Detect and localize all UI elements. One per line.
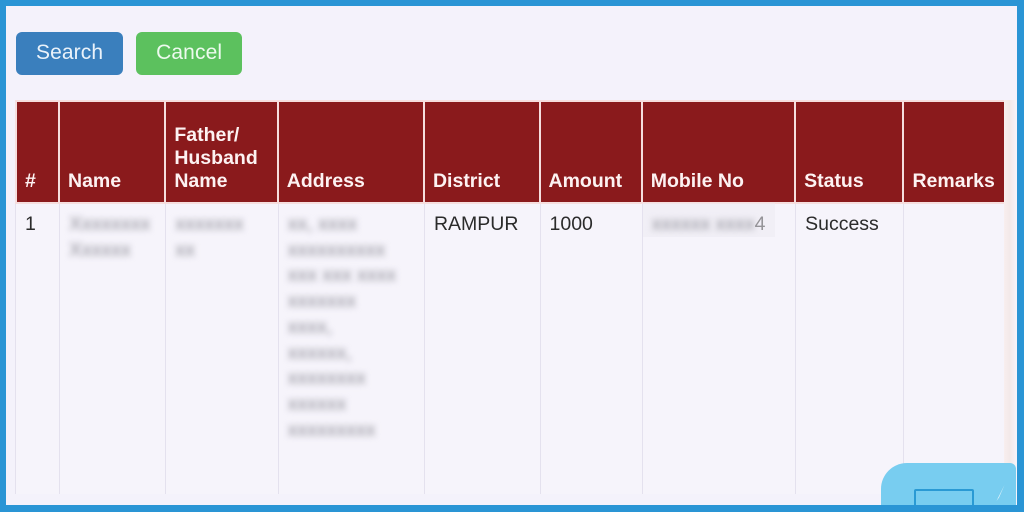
table-right-edge-strip (1004, 100, 1017, 505)
mobile-visible-digit: 4 (754, 213, 766, 235)
column-header-status[interactable]: Status (796, 100, 905, 204)
chat-input[interactable] (914, 489, 974, 505)
cell-father-husband-name: xxxxxxx xx (166, 204, 279, 494)
results-table-container[interactable]: # Name Father/ Husband Name Address Dist… (15, 100, 1008, 505)
cell-district: RAMPUR (424, 204, 541, 494)
redacted-mobile-text: xxxxxx xxxx (651, 213, 755, 235)
cell-remarks (904, 204, 1008, 494)
action-toolbar: Search Cancel (16, 32, 243, 75)
column-header-remarks[interactable]: Remarks (904, 100, 1008, 204)
cell-index: 1 (15, 204, 60, 494)
send-icon[interactable] (989, 484, 1007, 504)
column-header-amount[interactable]: Amount (540, 100, 643, 204)
redacted-address-text: xx, xxxx xxxxxxxxxx xxx xxx xxxx xxxxxxx… (287, 213, 397, 441)
table-header-row: # Name Father/ Husband Name Address Dist… (15, 100, 1008, 204)
cell-mobile-no: xxxxxx xxxx4 (642, 203, 797, 494)
results-table: # Name Father/ Husband Name Address Dist… (15, 100, 1008, 494)
browser-frame: Search Cancel # Name Father/ Husband Nam… (0, 0, 1024, 512)
page-viewport: Search Cancel # Name Father/ Husband Nam… (6, 6, 1017, 505)
cell-address: xx, xxxx xxxxxxxxxx xxx xxx xxxx xxxxxxx… (278, 204, 425, 494)
column-header-father-husband-name[interactable]: Father/ Husband Name (166, 100, 279, 204)
column-header-district[interactable]: District (424, 100, 541, 204)
cell-name: Xxxxxxxx Xxxxxx (59, 204, 167, 494)
column-header-mobile-no[interactable]: Mobile No (642, 100, 797, 204)
cell-amount: 1000 (540, 204, 643, 494)
redacted-father-text: xxxxxxx xx (175, 213, 244, 261)
redacted-name-text: Xxxxxxxx Xxxxxx (68, 213, 151, 261)
column-header-address[interactable]: Address (278, 100, 425, 204)
column-header-index[interactable]: # (15, 100, 60, 204)
table-row[interactable]: 1 Xxxxxxxx Xxxxxx xxxxxxx xx xx, xxxx xx… (15, 203, 1008, 494)
cell-status: Success (796, 204, 905, 494)
column-header-name[interactable]: Name (59, 100, 167, 204)
table-body: 1 Xxxxxxxx Xxxxxx xxxxxxx xx xx, xxxx xx… (15, 203, 1008, 494)
table-header: # Name Father/ Husband Name Address Dist… (15, 100, 1008, 204)
cancel-button[interactable]: Cancel (136, 32, 243, 75)
search-button[interactable]: Search (16, 32, 124, 75)
chat-widget[interactable] (881, 463, 1016, 505)
